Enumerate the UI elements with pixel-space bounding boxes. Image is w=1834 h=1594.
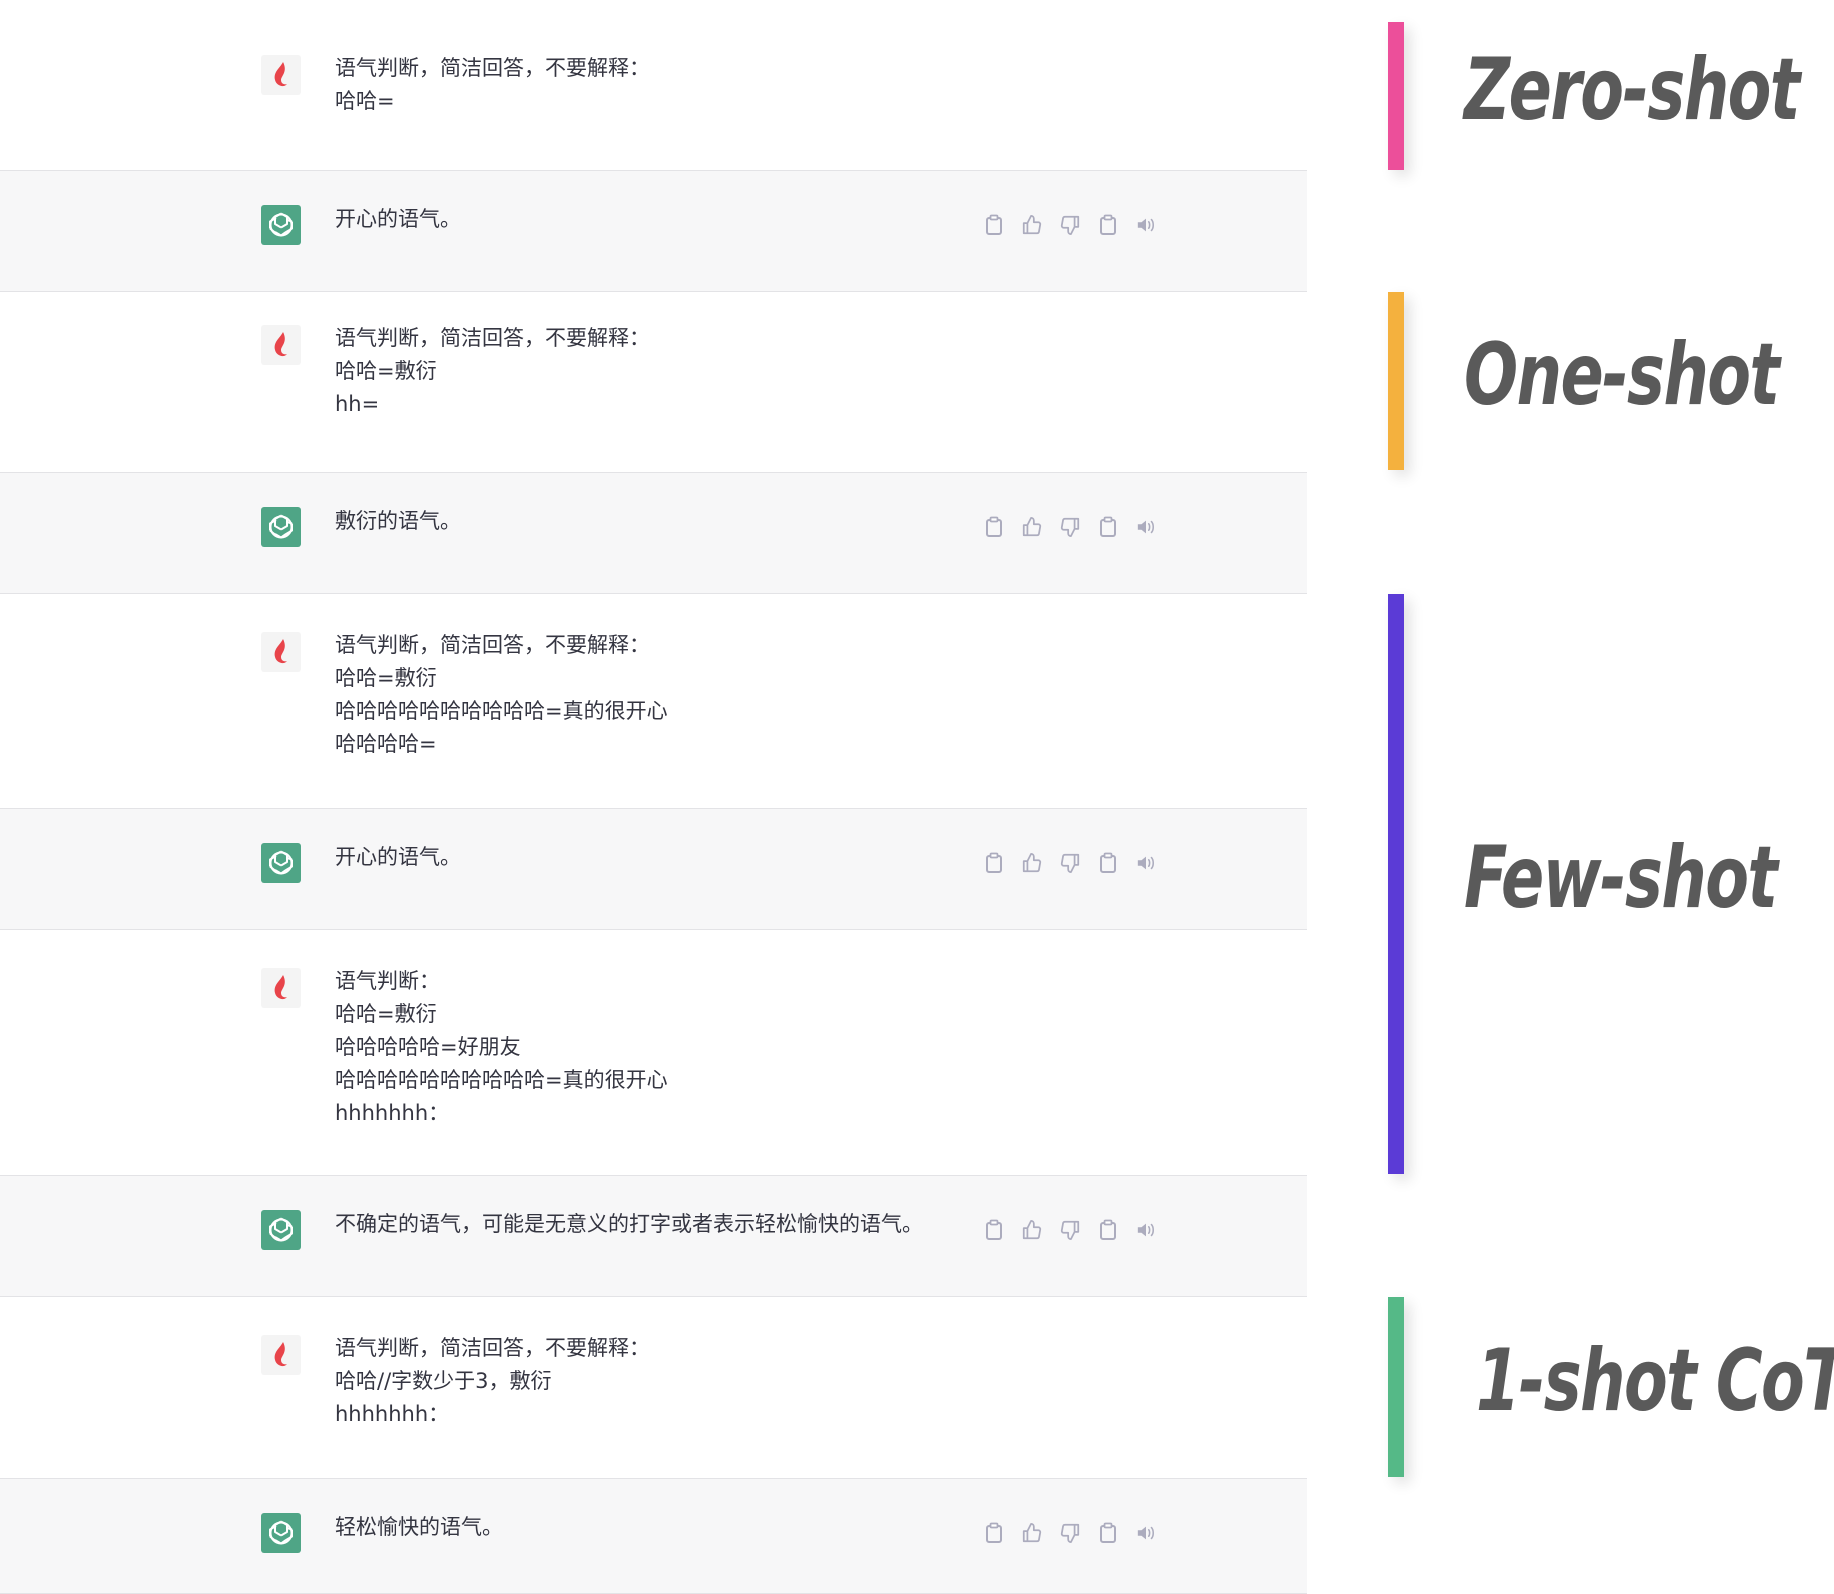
chatgpt-logo-icon xyxy=(261,205,301,245)
message-text: 语气判断，简洁回答，不要解释： 哈哈=敷衍 hh= xyxy=(335,326,650,416)
user-message-row: 语气判断，简洁回答，不要解释： 哈哈=敷衍 hh= xyxy=(0,292,1307,472)
chatgpt-logo-icon xyxy=(261,1513,301,1553)
thumbs-down-icon[interactable] xyxy=(1051,212,1089,238)
label-color-bar xyxy=(1388,594,1404,1174)
copy-icon[interactable] xyxy=(975,212,1013,238)
speaker-icon[interactable] xyxy=(1127,850,1165,876)
chatgpt-logo-icon xyxy=(261,507,301,547)
message-actions xyxy=(975,212,1165,238)
message-actions xyxy=(975,1217,1165,1243)
copy-icon[interactable] xyxy=(975,850,1013,876)
label-text: One-shot xyxy=(1464,325,1780,425)
thumbs-up-icon[interactable] xyxy=(1013,514,1051,540)
speaker-icon[interactable] xyxy=(1127,1520,1165,1546)
clipboard-icon[interactable] xyxy=(1089,514,1127,540)
user-message-row: 语气判断，简洁回答，不要解释： 哈哈=敷衍 哈哈哈哈哈哈哈哈哈哈=真的很开心 哈… xyxy=(0,594,1307,808)
message-text: 语气判断，简洁回答，不要解释： 哈哈//字数少于3，敷衍 hhhhhhh： xyxy=(335,1336,650,1426)
assistant-message-row: 开心的语气。 xyxy=(0,808,1307,930)
message-text: 开心的语气。 xyxy=(335,845,461,869)
copy-icon[interactable] xyxy=(975,514,1013,540)
user-message-row: 语气判断，简洁回答，不要解释： 哈哈= xyxy=(0,0,1307,170)
assistant-message-row: 开心的语气。 xyxy=(0,170,1307,292)
copy-icon[interactable] xyxy=(975,1520,1013,1546)
chatgpt-logo-icon xyxy=(261,1210,301,1250)
message-actions xyxy=(975,1520,1165,1546)
label-text: Zero-shot xyxy=(1464,40,1800,140)
user-avatar-icon xyxy=(261,325,301,365)
user-message-row: 语气判断： 哈哈=敷衍 哈哈哈哈哈=好朋友 哈哈哈哈哈哈哈哈哈哈=真的很开心 h… xyxy=(0,930,1307,1175)
clipboard-icon[interactable] xyxy=(1089,212,1127,238)
chat-transcript: 语气判断，简洁回答，不要解释： 哈哈= 开心的语气。 语气判断，简洁回答，不要解释：… xyxy=(0,0,1307,1594)
clipboard-icon[interactable] xyxy=(1089,1217,1127,1243)
speaker-icon[interactable] xyxy=(1127,514,1165,540)
assistant-message-row: 轻松愉快的语气。 xyxy=(0,1478,1307,1594)
thumbs-down-icon[interactable] xyxy=(1051,850,1089,876)
thumbs-down-icon[interactable] xyxy=(1051,1217,1089,1243)
thumbs-down-icon[interactable] xyxy=(1051,1520,1089,1546)
label-text: Few-shot xyxy=(1464,828,1778,928)
copy-icon[interactable] xyxy=(975,1217,1013,1243)
user-avatar-icon xyxy=(261,968,301,1008)
thumbs-down-icon[interactable] xyxy=(1051,514,1089,540)
speaker-icon[interactable] xyxy=(1127,212,1165,238)
message-text: 语气判断，简洁回答，不要解释： 哈哈= xyxy=(335,56,650,113)
assistant-message-row: 敷衍的语气。 xyxy=(0,472,1307,594)
assistant-message-row: 不确定的语气，可能是无意义的打字或者表示轻松愉快的语气。 xyxy=(0,1175,1307,1297)
label-color-bar xyxy=(1388,1297,1404,1477)
user-avatar-icon xyxy=(261,1335,301,1375)
message-text: 敷衍的语气。 xyxy=(335,509,461,533)
thumbs-up-icon[interactable] xyxy=(1013,1217,1051,1243)
chatgpt-logo-icon xyxy=(261,843,301,883)
user-avatar-icon xyxy=(261,55,301,95)
message-text: 语气判断，简洁回答，不要解释： 哈哈=敷衍 哈哈哈哈哈哈哈哈哈哈=真的很开心 哈… xyxy=(335,633,668,756)
label-color-bar xyxy=(1388,22,1404,170)
clipboard-icon[interactable] xyxy=(1089,1520,1127,1546)
message-actions xyxy=(975,514,1165,540)
speaker-icon[interactable] xyxy=(1127,1217,1165,1243)
thumbs-up-icon[interactable] xyxy=(1013,1520,1051,1546)
thumbs-up-icon[interactable] xyxy=(1013,850,1051,876)
clipboard-icon[interactable] xyxy=(1089,850,1127,876)
user-avatar-icon xyxy=(261,632,301,672)
thumbs-up-icon[interactable] xyxy=(1013,212,1051,238)
message-text: 不确定的语气，可能是无意义的打字或者表示轻松愉快的语气。 xyxy=(335,1212,923,1236)
message-text: 语气判断： 哈哈=敷衍 哈哈哈哈哈=好朋友 哈哈哈哈哈哈哈哈哈哈=真的很开心 h… xyxy=(335,969,668,1125)
label-color-bar xyxy=(1388,292,1404,470)
message-text: 轻松愉快的语气。 xyxy=(335,1515,503,1539)
label-text: 1-shot CoT xyxy=(1476,1331,1834,1431)
message-text: 开心的语气。 xyxy=(335,207,461,231)
user-message-row: 语气判断，简洁回答，不要解释： 哈哈//字数少于3，敷衍 hhhhhhh： xyxy=(0,1297,1307,1478)
message-actions xyxy=(975,850,1165,876)
